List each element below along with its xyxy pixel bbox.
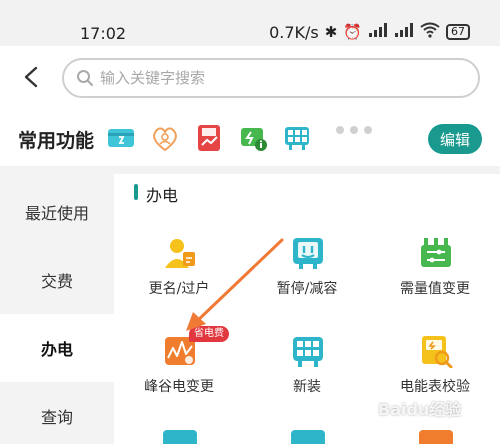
service-new-install[interactable]: 新装 bbox=[247, 334, 367, 414]
sidebar-item-apply-power[interactable]: 办电 bbox=[0, 314, 114, 382]
sidebar-item-label: 查询 bbox=[40, 408, 73, 427]
service-peak-valley[interactable]: 省电费 峰谷电变更 bbox=[119, 326, 239, 414]
save-fee-badge: 省电费 bbox=[189, 326, 229, 342]
sidebar-item-label: 最近使用 bbox=[24, 204, 89, 223]
common-functions-row: 常用功能 编辑 bbox=[0, 112, 500, 166]
edit-button[interactable]: 编辑 bbox=[428, 124, 482, 154]
bluetooth-icon: ✱ bbox=[324, 23, 338, 41]
signal-hd-icon bbox=[394, 22, 414, 42]
search-input[interactable] bbox=[100, 60, 470, 96]
common-functions-title: 常用功能 bbox=[18, 130, 95, 152]
header bbox=[0, 46, 500, 112]
back-arrow-icon[interactable] bbox=[18, 62, 46, 92]
network-speed: 0.7K/s bbox=[269, 22, 319, 42]
meter-grid-icon[interactable] bbox=[282, 123, 312, 153]
alarm-icon: ⏰ bbox=[343, 23, 362, 41]
new-install-icon bbox=[291, 334, 325, 368]
partial-service-icon[interactable] bbox=[419, 430, 453, 444]
power-info-icon[interactable] bbox=[238, 123, 268, 153]
divider bbox=[0, 166, 500, 174]
sidebar: 最近使用 交费 办电 查询 bbox=[0, 174, 114, 444]
sidebar-item-query[interactable]: 查询 bbox=[0, 382, 114, 444]
search-icon bbox=[76, 69, 94, 87]
service-demand-change[interactable]: 需量值变更 bbox=[375, 236, 495, 316]
service-label: 电能表校验 bbox=[400, 379, 470, 395]
demand-adjust-icon bbox=[419, 236, 453, 270]
signal-hd-icon bbox=[368, 22, 388, 42]
status-time: 17:02 bbox=[80, 24, 127, 43]
status-bar: 17:02 0.7K/s ✱ ⏰ 67 bbox=[0, 0, 500, 46]
sidebar-item-label: 交费 bbox=[40, 272, 73, 291]
section-accent-bar bbox=[134, 184, 138, 200]
search-box[interactable] bbox=[62, 58, 480, 98]
heart-user-icon[interactable] bbox=[150, 123, 180, 153]
pause-meter-icon bbox=[291, 236, 325, 270]
section-title: 办电 bbox=[146, 186, 179, 205]
user-change-icon bbox=[163, 236, 197, 270]
service-label: 新装 bbox=[293, 379, 321, 395]
payment-card-icon[interactable] bbox=[106, 123, 136, 153]
discount-bill-icon[interactable] bbox=[194, 123, 224, 153]
service-pause-reduce[interactable]: 暂停/减容 bbox=[247, 236, 367, 316]
partial-service-icon[interactable] bbox=[163, 430, 197, 444]
wifi-icon bbox=[420, 22, 440, 42]
meter-check-icon bbox=[419, 334, 453, 369]
partial-service-icon[interactable] bbox=[291, 430, 325, 444]
battery-icon: 67 bbox=[446, 24, 470, 40]
sidebar-item-payment[interactable]: 交费 bbox=[0, 246, 114, 314]
sidebar-item-recent[interactable]: 最近使用 bbox=[0, 178, 114, 246]
sidebar-item-label: 办电 bbox=[40, 340, 73, 359]
watermark: Baidu经验 bbox=[378, 400, 462, 419]
service-label: 更名/过户 bbox=[148, 281, 210, 297]
service-label: 需量值变更 bbox=[400, 281, 470, 297]
service-label: 峰谷电变更 bbox=[144, 379, 214, 395]
service-rename-transfer[interactable]: 更名/过户 bbox=[119, 236, 239, 316]
common-functions-icons bbox=[106, 123, 312, 153]
more-dots-icon[interactable] bbox=[336, 126, 372, 134]
status-right: 0.7K/s ✱ ⏰ 67 bbox=[269, 22, 470, 42]
service-label: 暂停/减容 bbox=[276, 281, 338, 297]
